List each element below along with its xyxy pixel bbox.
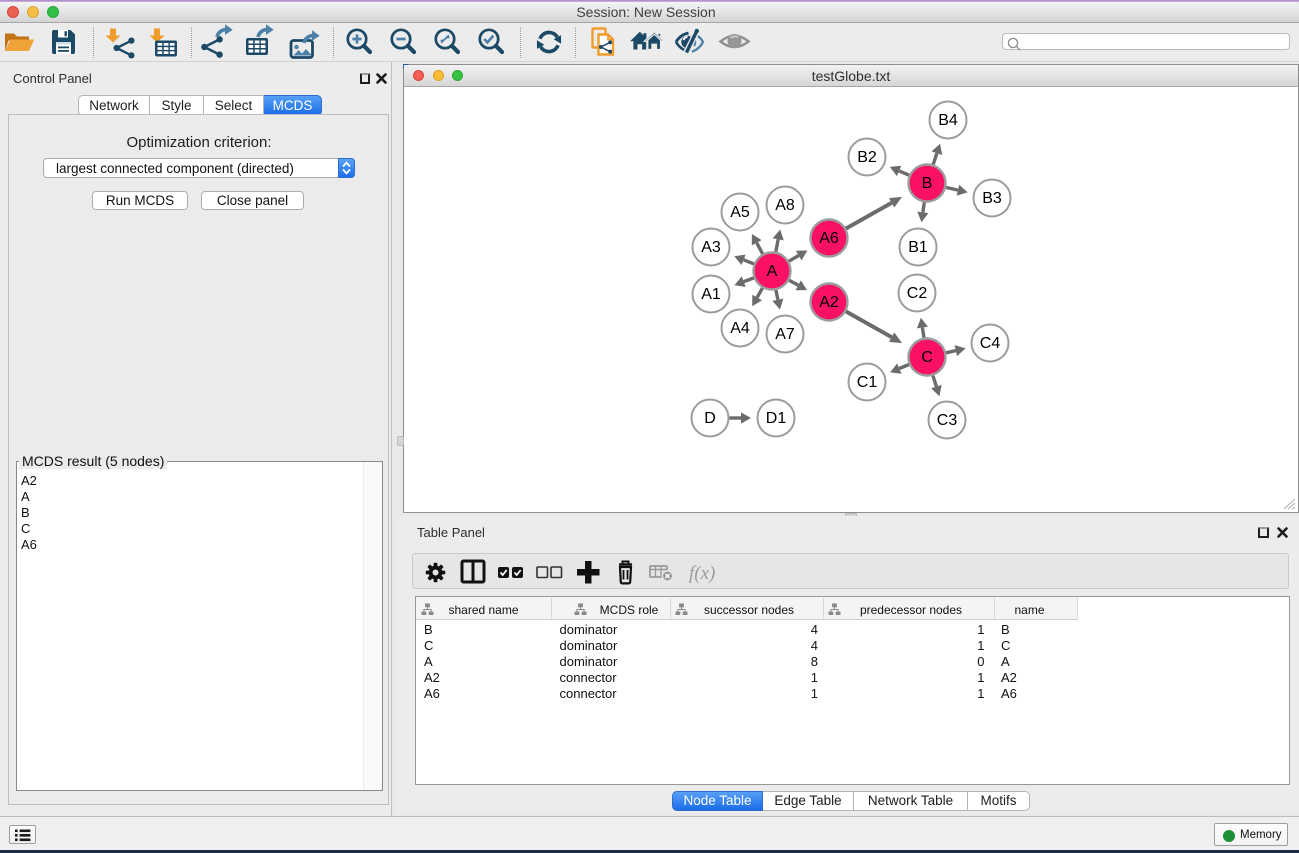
svg-text:D1: D1	[766, 410, 787, 427]
svg-text:A7: A7	[775, 326, 795, 343]
svg-text:f(x): f(x)	[689, 563, 715, 584]
svg-text:C1: C1	[857, 374, 878, 391]
svg-text:B2: B2	[857, 149, 877, 166]
svg-text:A2: A2	[819, 294, 839, 311]
svg-text:C: C	[921, 349, 933, 366]
svg-text:D: D	[704, 410, 716, 427]
svg-text:B3: B3	[982, 190, 1002, 207]
svg-text:A: A	[767, 263, 778, 280]
svg-text:A8: A8	[775, 197, 795, 214]
svg-text:A3: A3	[701, 239, 721, 256]
svg-text:B1: B1	[908, 239, 928, 256]
svg-text:C4: C4	[980, 335, 1001, 352]
svg-text:B: B	[922, 175, 933, 192]
svg-text:C3: C3	[937, 412, 958, 429]
svg-text:A4: A4	[730, 320, 750, 337]
svg-text:C2: C2	[907, 285, 928, 302]
svg-text:A5: A5	[730, 204, 750, 221]
svg-text:A6: A6	[819, 230, 839, 247]
svg-text:A1: A1	[701, 286, 721, 303]
svg-text:B4: B4	[938, 112, 958, 129]
